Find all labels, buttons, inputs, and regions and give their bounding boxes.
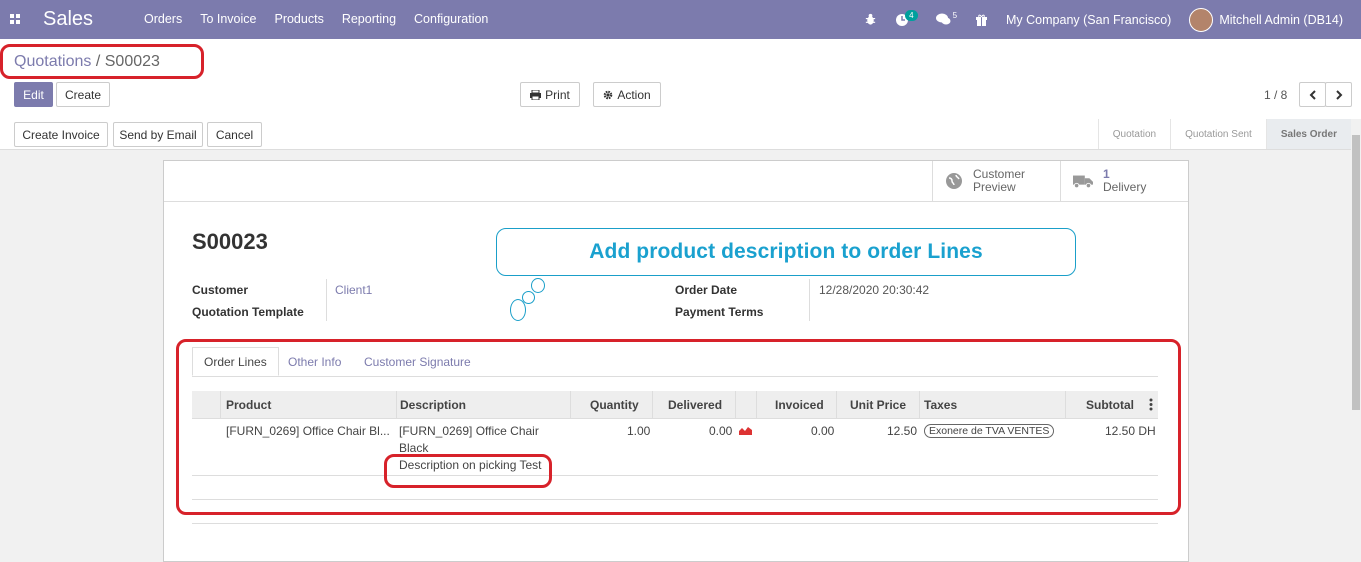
order-title: S00023 <box>192 229 268 254</box>
order-lines-highlight <box>176 339 1181 515</box>
create-invoice-button[interactable]: Create Invoice <box>14 122 108 147</box>
pager-next-button[interactable] <box>1325 82 1352 107</box>
payment-terms-label: Payment Terms <box>675 305 764 319</box>
delivery-label: Delivery <box>1103 180 1147 194</box>
gift-icon[interactable] <box>975 13 988 26</box>
stage-quotation-sent[interactable]: Quotation Sent <box>1170 119 1266 149</box>
stage-quotation[interactable]: Quotation <box>1097 119 1170 149</box>
debug-bug-icon[interactable] <box>864 13 877 26</box>
menu-item-to-invoice[interactable]: To Invoice <box>200 12 256 26</box>
avatar <box>1189 7 1214 32</box>
stage-pipeline: Quotation Quotation Sent Sales Order <box>1097 119 1351 149</box>
chevron-right-icon <box>1335 89 1342 100</box>
menu-item-reporting[interactable]: Reporting <box>342 12 396 26</box>
action-button[interactable]: Action <box>593 82 661 107</box>
company-switcher[interactable]: My Company (San Francisco) <box>1006 13 1171 27</box>
top-navbar: Sales Orders To Invoice Products Reporti… <box>0 0 1361 39</box>
customer-preview-button[interactable]: Customer Preview <box>932 161 1060 201</box>
menu-item-orders[interactable]: Orders <box>144 12 182 26</box>
message-count: 5 <box>952 11 958 20</box>
scrollbar-thumb[interactable] <box>1352 135 1360 410</box>
gear-icon <box>604 90 613 99</box>
field-divider <box>809 279 810 321</box>
systray: 4 5 My Company (San Francisco) Mitchell … <box>864 0 1361 39</box>
status-bar: Create Invoice Send by Email Cancel Quot… <box>0 119 1351 150</box>
row-divider <box>192 523 1158 524</box>
field-divider <box>326 279 327 321</box>
menu-item-configuration[interactable]: Configuration <box>414 12 488 26</box>
activity-clock-icon[interactable]: 4 <box>895 10 918 27</box>
callout-bubble <box>531 278 545 293</box>
globe-icon <box>946 173 962 189</box>
quotation-template-label: Quotation Template <box>192 305 304 319</box>
action-label: Action <box>617 87 651 102</box>
print-button[interactable]: Print <box>520 82 580 107</box>
print-label: Print <box>545 87 570 102</box>
callout-bubble <box>510 299 526 321</box>
chevron-left-icon <box>1309 89 1316 100</box>
customer-label: Customer <box>192 283 249 297</box>
truck-icon <box>1073 175 1093 189</box>
annotation-callout: Add product description to order Lines <box>496 228 1076 276</box>
order-date-label: Order Date <box>675 283 738 297</box>
cancel-button[interactable]: Cancel <box>207 122 262 147</box>
breadcrumb-highlight <box>0 44 204 79</box>
pager-value[interactable]: 1 / 8 <box>1264 88 1287 102</box>
customer-value[interactable]: Client1 <box>335 283 372 297</box>
order-date-value[interactable]: 12/28/2020 20:30:42 <box>819 283 929 297</box>
print-icon <box>530 89 542 100</box>
edit-button[interactable]: Edit <box>14 82 53 107</box>
send-by-email-button[interactable]: Send by Email <box>113 122 203 147</box>
create-button[interactable]: Create <box>56 82 110 107</box>
main-menu: Orders To Invoice Products Reporting Con… <box>144 12 488 26</box>
stage-sales-order[interactable]: Sales Order <box>1265 119 1351 149</box>
messaging-chat-icon[interactable]: 5 <box>935 11 958 26</box>
app-name[interactable]: Sales <box>43 8 93 31</box>
apps-menu-icon[interactable] <box>10 14 20 24</box>
control-panel: Quotations / S00023 Edit Create Print Ac… <box>0 39 1361 120</box>
user-name: Mitchell Admin (DB14) <box>1219 12 1343 27</box>
button-box: Customer Preview 1 Delivery <box>164 161 1188 202</box>
menu-item-products[interactable]: Products <box>274 12 323 26</box>
pager-previous-button[interactable] <box>1299 82 1326 107</box>
customer-preview-line2: Preview <box>973 180 1016 194</box>
activity-count-badge: 4 <box>905 10 918 21</box>
delivery-button[interactable]: 1 Delivery <box>1060 161 1188 201</box>
user-menu[interactable]: Mitchell Admin (DB14) <box>1189 7 1343 32</box>
description-highlight <box>384 454 552 488</box>
